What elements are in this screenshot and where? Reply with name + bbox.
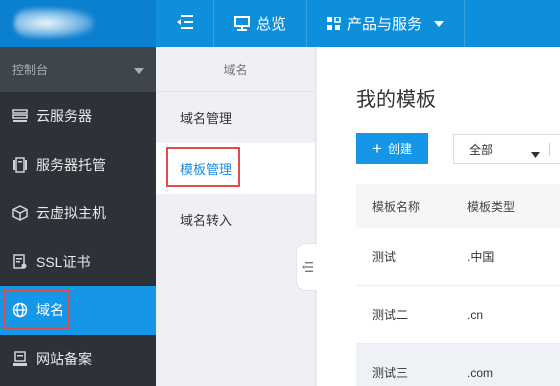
hosting-icon [12, 157, 28, 173]
template-name-cell: 测试二 [372, 308, 409, 322]
sidebar-item-domain[interactable]: 域名 [0, 286, 156, 335]
table-header: 模板名称 模板类型 [356, 184, 560, 228]
table-row[interactable]: 测试二 .cn [356, 286, 560, 344]
main-content: 我的模板 + 创建 全部 模板名称 模板类型 测试 .中国 测试二 .cn 测试… [317, 47, 560, 386]
create-label: 创建 [387, 142, 412, 156]
submenu-item-label: 域名转入 [180, 213, 233, 228]
highlight-box [3, 290, 69, 330]
console-label: 控制台 [12, 63, 49, 77]
plus-icon: + [372, 139, 382, 158]
sidebar: 控制台 云服务器 服务器托管 云虚拟主机 SSL证书 域名 网站备案 [0, 47, 156, 386]
console-header[interactable]: 控制台 [0, 47, 156, 92]
grid-icon [327, 16, 341, 31]
list-collapse-icon [302, 260, 313, 275]
submenu-item-label: 域名管理 [180, 111, 233, 126]
server-icon [12, 108, 28, 124]
caret-down-icon [531, 147, 540, 161]
products-services-label: 产品与服务 [347, 16, 423, 33]
filter-value: 全部 [469, 142, 494, 157]
sidebar-item-label: SSL证书 [36, 253, 91, 270]
sidebar-item-server-hosting[interactable]: 服务器托管 [0, 141, 156, 190]
sidebar-item-website-filing[interactable]: 网站备案 [0, 335, 156, 384]
type-filter-select[interactable]: 全部 [453, 134, 560, 164]
cube-icon [12, 205, 28, 222]
template-type-cell: .com [467, 365, 494, 380]
column-header-template-name: 模板名称 [372, 199, 421, 214]
sidebar-item-ssl[interactable]: SSL证书 [0, 238, 156, 287]
domain-submenu: 域名 域名管理 模板管理 域名转入 [156, 47, 318, 386]
top-bar: 总览 产品与服务 [0, 0, 560, 47]
products-services-nav[interactable]: 产品与服务 [307, 0, 466, 47]
submenu-item-domain-management[interactable]: 域名管理 [156, 92, 315, 143]
template-type-cell: .cn [467, 307, 484, 322]
sidebar-item-label: 云虚拟主机 [36, 205, 106, 222]
sidebar-item-cloud-server[interactable]: 云服务器 [0, 92, 156, 141]
sidebar-item-label: 服务器托管 [36, 156, 106, 173]
column-header-template-type: 模板类型 [467, 199, 516, 214]
certificate-icon [12, 254, 28, 270]
submenu-collapse-button[interactable] [296, 243, 318, 291]
caret-down-icon [434, 20, 445, 27]
monitor-icon [234, 16, 250, 31]
divider [549, 143, 550, 156]
page-title: 我的模板 [356, 89, 436, 111]
template-name-cell: 测试 [372, 250, 397, 264]
menu-toggle-button[interactable] [156, 0, 214, 47]
submenu-item-template-management[interactable]: 模板管理 [156, 143, 315, 194]
table-row[interactable]: 测试 .中国 [356, 228, 560, 286]
table-row[interactable]: 测试三 .com [356, 344, 560, 386]
logo[interactable] [0, 0, 156, 47]
sidebar-item-label: 云服务器 [36, 108, 92, 125]
caret-down-icon [134, 63, 144, 77]
filing-icon [12, 351, 28, 367]
template-table: 模板名称 模板类型 测试 .中国 测试二 .cn 测试三 .com [356, 184, 560, 386]
overview-nav[interactable]: 总览 [214, 0, 308, 47]
submenu-item-domain-transfer[interactable]: 域名转入 [156, 194, 315, 245]
highlight-box [166, 147, 240, 187]
overview-label: 总览 [256, 16, 287, 33]
submenu-title: 域名 [156, 47, 315, 92]
template-name-cell: 测试三 [372, 366, 409, 380]
template-type-cell: .中国 [467, 250, 495, 264]
menu-collapse-icon [176, 15, 193, 32]
sidebar-item-label: 网站备案 [36, 350, 92, 367]
sidebar-item-virtual-host[interactable]: 云虚拟主机 [0, 189, 156, 238]
create-button[interactable]: + 创建 [356, 133, 428, 164]
